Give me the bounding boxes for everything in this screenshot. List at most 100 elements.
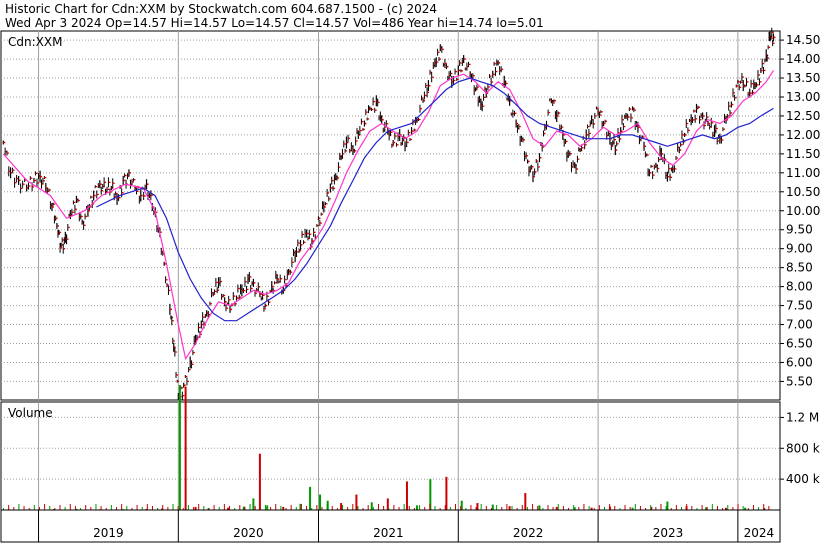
- volume-bar: [524, 493, 527, 510]
- volume-bar: [367, 505, 369, 510]
- stock-chart: Historic Chart for Cdn:XXM by Stockwatch…: [0, 0, 830, 543]
- price-tick-label: 10.00: [786, 204, 820, 218]
- volume-bar: [419, 505, 421, 510]
- price-tick-label: 8.00: [786, 280, 813, 294]
- price-tick-label: 8.50: [786, 261, 813, 275]
- volume-bar: [455, 504, 457, 510]
- price-tick-label: 11.00: [786, 166, 820, 180]
- moving-average-long-line: [96, 77, 774, 322]
- price-tick-label: 14.50: [786, 33, 820, 47]
- price-tick-label: 13.50: [786, 71, 820, 85]
- volume-bar: [393, 505, 395, 510]
- price-tick-label: 13.00: [786, 90, 820, 104]
- volume-grid: [1, 402, 780, 510]
- volume-bar: [614, 506, 616, 510]
- price-panel-frame: [0, 30, 781, 401]
- volume-bar: [249, 504, 251, 510]
- volume-bar: [49, 506, 51, 510]
- volume-bar: [100, 506, 102, 510]
- volume-bar: [598, 505, 600, 510]
- volume-bar: [434, 506, 436, 510]
- volume-bar: [573, 505, 575, 510]
- symbol-label: Cdn:XXM: [8, 35, 62, 49]
- price-tick-label: 10.50: [786, 185, 820, 199]
- volume-bar: [319, 494, 322, 510]
- volume-bar: [69, 504, 71, 510]
- volume-bar: [258, 453, 261, 510]
- price-tick-label: 6.00: [786, 355, 813, 369]
- x-tick-label: 2020: [233, 526, 264, 540]
- volume-bar: [496, 505, 498, 510]
- price-marks: [2, 27, 776, 401]
- volume-bar: [650, 505, 652, 510]
- volume-title: Volume: [8, 406, 53, 420]
- volume-bar: [521, 505, 523, 510]
- volume-bar: [187, 505, 189, 510]
- volume-bar: [538, 505, 541, 510]
- volume-bar: [716, 506, 718, 510]
- volume-bar: [254, 506, 256, 510]
- x-tick-label: 2019: [93, 526, 124, 540]
- volume-bar: [33, 505, 35, 510]
- moving-average-short-line: [2, 70, 775, 361]
- volume-bar: [252, 498, 255, 510]
- volume-bar: [326, 504, 328, 510]
- volume-bar: [583, 504, 585, 510]
- volume-bar: [300, 504, 302, 510]
- volume-bar: [136, 505, 138, 510]
- volume-bar: [280, 506, 282, 510]
- price-lines: [2, 70, 775, 361]
- volume-bars: [3, 385, 770, 511]
- volume-bar: [383, 506, 385, 510]
- volume-tick-label: 800 k: [786, 441, 820, 455]
- volume-bar: [213, 505, 215, 510]
- volume-panel-frame: [0, 401, 781, 511]
- price-tick-label: 5.50: [786, 374, 813, 388]
- price-tick-label: 6.50: [786, 336, 813, 350]
- volume-bar: [229, 506, 231, 510]
- volume-bar: [266, 505, 269, 510]
- price-grid: [1, 31, 780, 400]
- volume-bar: [460, 506, 462, 510]
- volume-bar: [239, 505, 241, 510]
- volume-bar: [532, 504, 534, 510]
- volume-bar: [660, 504, 662, 510]
- volume-bar: [547, 505, 549, 510]
- price-tick-label: 14.00: [786, 52, 820, 66]
- volume-bar: [8, 505, 10, 510]
- volume-bar: [763, 504, 765, 510]
- volume-bar: [203, 506, 205, 510]
- volume-bar: [485, 506, 487, 510]
- volume-bar: [429, 504, 431, 510]
- volume-tick-label: 1.2 M: [786, 410, 819, 424]
- volume-bar: [562, 506, 564, 510]
- volume-bar: [74, 506, 76, 510]
- volume-bar: [357, 506, 359, 510]
- volume-bar: [85, 505, 87, 510]
- price-tick-label: 9.00: [786, 242, 813, 256]
- volume-tick-label: 400 k: [786, 472, 820, 486]
- volume-bar: [306, 506, 308, 510]
- volume-bar: [491, 504, 494, 510]
- volume-bar: [737, 504, 739, 510]
- volume-bar: [177, 506, 179, 510]
- chart-canvas: Historic Chart for Cdn:XXM by Stockwatch…: [0, 2, 820, 543]
- volume-bar: [624, 505, 626, 510]
- header-line-2: Wed Apr 3 2024 Op=14.57 Hi=14.57 Lo=14.5…: [5, 16, 544, 30]
- volume-bar: [511, 506, 513, 510]
- volume-bar: [370, 502, 373, 510]
- volume-bar: [198, 504, 200, 510]
- volume-bar: [415, 505, 418, 510]
- x-tick-label: 2021: [373, 526, 404, 540]
- volume-bar: [178, 385, 181, 510]
- x-tick-label: 2023: [653, 526, 684, 540]
- volume-bar: [309, 486, 312, 510]
- volume-bar: [44, 504, 46, 510]
- volume-bar: [476, 503, 479, 510]
- price-tick-label: 12.50: [786, 109, 820, 123]
- price-y-ticks: 14.50 14.00 13.50 13.00 12.50 12.00 11.50 11.00…: [780, 33, 820, 388]
- x-tick-label: 2022: [513, 526, 544, 540]
- volume-bar: [768, 506, 770, 510]
- volume-bar: [264, 505, 266, 510]
- volume-bar: [184, 386, 187, 510]
